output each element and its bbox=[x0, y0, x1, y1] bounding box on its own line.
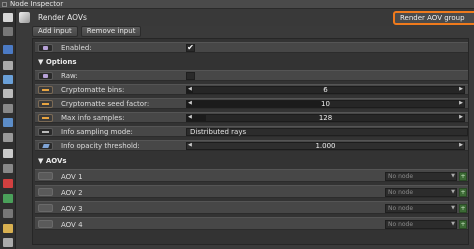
aov-label: AOV 3 bbox=[61, 205, 83, 213]
max-info-samples-slider[interactable]: ◀ 128 ▶ bbox=[186, 114, 465, 122]
increment-arrow-icon[interactable]: ▶ bbox=[459, 100, 463, 106]
aov-node-select[interactable]: No node ▼ bbox=[385, 220, 457, 229]
node-select-value: No node bbox=[388, 205, 414, 212]
chevron-down-icon: ▼ bbox=[451, 221, 455, 227]
aov-row: AOV 2 No node ▼ + bbox=[35, 185, 468, 198]
aov-group-select-label: Render AOV group bbox=[400, 14, 465, 22]
add-node-icon[interactable]: + bbox=[459, 220, 467, 229]
enum-pin-icon[interactable] bbox=[38, 128, 53, 136]
node-select-value: No node bbox=[388, 221, 414, 228]
increment-arrow-icon[interactable]: ▶ bbox=[459, 86, 463, 92]
aov-label: AOV 2 bbox=[61, 189, 83, 197]
param-label: Cryptomatte seed factor: bbox=[61, 100, 150, 108]
layer-icon[interactable] bbox=[3, 209, 13, 218]
param-label: Info opacity threshold: bbox=[61, 142, 140, 150]
aov-pin-icon[interactable] bbox=[38, 188, 53, 196]
input-button-row: Add input Remove input bbox=[32, 26, 142, 37]
section-title: AOVs bbox=[45, 157, 67, 165]
param-row-info-opacity-threshold: Info opacity threshold: ◀ 1.000 ▶ bbox=[35, 140, 468, 151]
info-sampling-mode-dropdown[interactable]: Distributed rays bbox=[186, 128, 468, 136]
grid-icon[interactable] bbox=[3, 164, 13, 173]
param-label: Cryptomatte bins: bbox=[61, 86, 125, 94]
cryptomatte-bins-slider[interactable]: ◀ 6 ▶ bbox=[186, 86, 465, 94]
geometry-icon[interactable] bbox=[3, 104, 13, 113]
light-icon[interactable] bbox=[3, 224, 13, 233]
increment-arrow-icon[interactable]: ▶ bbox=[459, 114, 463, 120]
param-row-enabled: Enabled: ✔ bbox=[35, 42, 468, 53]
list-icon[interactable] bbox=[3, 27, 13, 36]
settings-icon[interactable] bbox=[3, 238, 13, 247]
node-header: Render AOVs Render AOV group ▼ bbox=[16, 9, 474, 26]
add-node-icon[interactable]: + bbox=[459, 172, 467, 181]
int-pin-icon[interactable] bbox=[38, 114, 53, 122]
parameter-panel: Enabled: ✔ ▼ Options Raw: Cryptomatte bi… bbox=[32, 38, 469, 245]
chevron-down-icon: ▼ bbox=[451, 173, 455, 179]
window-title: Node Inspector bbox=[10, 0, 64, 8]
enabled-checkbox[interactable]: ✔ bbox=[186, 44, 195, 52]
clock-icon[interactable] bbox=[3, 149, 13, 158]
increment-arrow-icon[interactable]: ▶ bbox=[459, 142, 463, 148]
node-select-value: No node bbox=[388, 189, 414, 196]
param-row-cryptomatte-bins: Cryptomatte bins: ◀ 6 ▶ bbox=[35, 84, 468, 95]
aovs-section-header[interactable]: ▼ AOVs bbox=[35, 157, 468, 167]
windows-icon[interactable] bbox=[3, 13, 13, 22]
int-pin-icon[interactable] bbox=[38, 100, 53, 108]
param-label: Enabled: bbox=[61, 44, 92, 52]
options-section-header[interactable]: ▼ Options bbox=[35, 58, 468, 68]
camera-icon[interactable] bbox=[3, 61, 13, 70]
slider-value: 128 bbox=[318, 114, 333, 122]
aov-label: AOV 4 bbox=[61, 221, 83, 229]
info-opacity-threshold-slider[interactable]: ◀ 1.000 ▶ bbox=[186, 142, 465, 150]
aov-group-select[interactable]: Render AOV group ▼ bbox=[393, 11, 474, 25]
param-label: Max info samples: bbox=[61, 114, 125, 122]
aov-row: AOV 4 No node ▼ + bbox=[35, 217, 468, 230]
param-row-cryptomatte-seed: Cryptomatte seed factor: ◀ 10 ▶ bbox=[35, 98, 468, 109]
window-grip-icon[interactable] bbox=[2, 1, 7, 7]
chevron-down-icon: ▼ bbox=[451, 189, 455, 195]
param-label: Info sampling mode: bbox=[61, 128, 133, 136]
add-input-button[interactable]: Add input bbox=[32, 26, 78, 37]
param-row-raw: Raw: bbox=[35, 70, 468, 81]
slider-value: 6 bbox=[323, 86, 328, 94]
left-toolbar bbox=[0, 9, 16, 249]
kernel-icon[interactable] bbox=[3, 89, 13, 98]
aov-row: AOV 1 No node ▼ + bbox=[35, 169, 468, 182]
section-title: Options bbox=[45, 58, 77, 66]
image-icon[interactable] bbox=[3, 45, 13, 54]
bool-pin-icon[interactable] bbox=[38, 44, 53, 52]
node-icon bbox=[19, 12, 30, 23]
param-row-max-info-samples: Max info samples: ◀ 128 ▶ bbox=[35, 112, 468, 123]
chevron-down-icon: ▼ bbox=[451, 205, 455, 211]
material-icon[interactable] bbox=[3, 179, 13, 188]
float-pin-icon[interactable] bbox=[38, 142, 53, 150]
remove-input-button[interactable]: Remove input bbox=[80, 26, 142, 37]
raw-checkbox[interactable] bbox=[186, 72, 195, 80]
aov-label: AOV 1 bbox=[61, 173, 83, 181]
param-row-info-sampling-mode: Info sampling mode: Distributed rays bbox=[35, 126, 468, 137]
bool-pin-icon[interactable] bbox=[38, 72, 53, 80]
aov-row: AOV 3 No node ▼ + bbox=[35, 201, 468, 214]
title-bar: Node Inspector bbox=[0, 0, 474, 9]
environment-icon[interactable] bbox=[3, 75, 13, 84]
aov-node-select[interactable]: No node ▼ bbox=[385, 204, 457, 213]
film-icon[interactable] bbox=[3, 133, 13, 142]
render-icon[interactable] bbox=[3, 118, 13, 127]
node-name: Render AOVs bbox=[38, 13, 87, 22]
aov-pin-icon[interactable] bbox=[38, 220, 53, 228]
texture-icon[interactable] bbox=[3, 194, 13, 203]
add-node-icon[interactable]: + bbox=[459, 188, 467, 197]
slider-value: 10 bbox=[321, 100, 330, 108]
add-node-icon[interactable]: + bbox=[459, 204, 467, 213]
aov-pin-icon[interactable] bbox=[38, 172, 53, 180]
aov-node-select[interactable]: No node ▼ bbox=[385, 172, 457, 181]
int-pin-icon[interactable] bbox=[38, 86, 53, 94]
cryptomatte-seed-slider[interactable]: ◀ 10 ▶ bbox=[186, 100, 465, 108]
node-select-value: No node bbox=[388, 173, 414, 180]
slider-value: 1.000 bbox=[315, 142, 336, 150]
aov-pin-icon[interactable] bbox=[38, 204, 53, 212]
param-label: Raw: bbox=[61, 72, 78, 80]
aov-node-select[interactable]: No node ▼ bbox=[385, 188, 457, 197]
